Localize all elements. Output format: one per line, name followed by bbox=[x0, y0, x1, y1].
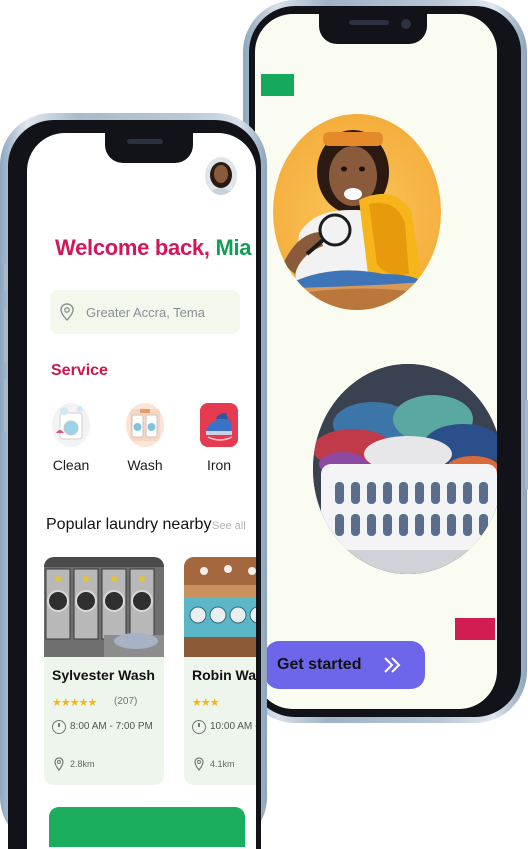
service-clean[interactable]: Clean bbox=[51, 403, 91, 473]
laundry-basket-image bbox=[313, 364, 497, 574]
star-rating-icon: ★★★★★ bbox=[52, 697, 97, 709]
laundromat-image bbox=[44, 557, 164, 657]
review-count: (207) bbox=[114, 696, 138, 707]
washing-machine-icon bbox=[126, 403, 164, 447]
clock-icon bbox=[52, 720, 66, 734]
laundry-card[interactable]: Robin Wash ★★★ 10:00 AM - 4.1km bbox=[184, 557, 256, 785]
popular-heading: Popular laundry nearby bbox=[46, 516, 212, 533]
notch bbox=[105, 133, 193, 163]
onboarding-screen: Get started bbox=[255, 14, 497, 709]
welcome-prefix: Welcome back, bbox=[55, 235, 216, 260]
service-iron[interactable]: Iron bbox=[199, 403, 239, 473]
iron-icon bbox=[200, 403, 238, 447]
double-chevron-right-icon bbox=[384, 657, 401, 673]
bottom-action-bar[interactable] bbox=[49, 807, 245, 847]
decorative-green-block bbox=[261, 74, 294, 96]
washing-machine-clean-icon bbox=[52, 403, 90, 447]
opening-hours: 8:00 AM - 7:00 PM bbox=[70, 721, 153, 732]
service-wash[interactable]: Wash bbox=[125, 403, 165, 473]
home-screen: Welcome back, Mia Greater Accra, Tema Se… bbox=[27, 133, 256, 849]
see-all-link[interactable]: See all bbox=[212, 520, 246, 532]
laundry-name: Robin Wash bbox=[192, 667, 256, 683]
location-search-input[interactable]: Greater Accra, Tema bbox=[50, 290, 240, 334]
location-pin-icon bbox=[60, 303, 74, 321]
service-heading: Service bbox=[51, 362, 108, 379]
avatar[interactable] bbox=[205, 157, 237, 195]
search-placeholder: Greater Accra, Tema bbox=[86, 304, 205, 320]
laundry-name: Sylvester Wash bbox=[52, 667, 155, 683]
service-label: Iron bbox=[206, 457, 232, 473]
location-pin-icon bbox=[194, 757, 204, 771]
woman-laundry-image bbox=[273, 114, 441, 310]
service-label: Clean bbox=[52, 457, 90, 473]
front-phone: Welcome back, Mia Greater Accra, Tema Se… bbox=[0, 113, 267, 849]
location-pin-icon bbox=[54, 757, 64, 771]
back-phone: Get started bbox=[240, 0, 528, 723]
opening-hours: 10:00 AM - bbox=[210, 721, 256, 732]
get-started-button[interactable]: Get started bbox=[265, 641, 425, 689]
welcome-heading: Welcome back, Mia bbox=[55, 235, 252, 261]
laundromat-image bbox=[184, 557, 256, 657]
distance: 2.8km bbox=[70, 759, 95, 769]
laundry-card[interactable]: Sylvester Wash ★★★★★ (207) 8:00 AM - 7:0… bbox=[44, 557, 164, 785]
clock-icon bbox=[192, 720, 206, 734]
distance: 4.1km bbox=[210, 759, 235, 769]
notch bbox=[319, 14, 427, 44]
star-rating-icon: ★★★ bbox=[192, 697, 220, 709]
get-started-label: Get started bbox=[277, 656, 362, 673]
user-name: Mia bbox=[215, 235, 252, 260]
decorative-red-block bbox=[455, 618, 495, 640]
service-label: Wash bbox=[127, 457, 163, 473]
